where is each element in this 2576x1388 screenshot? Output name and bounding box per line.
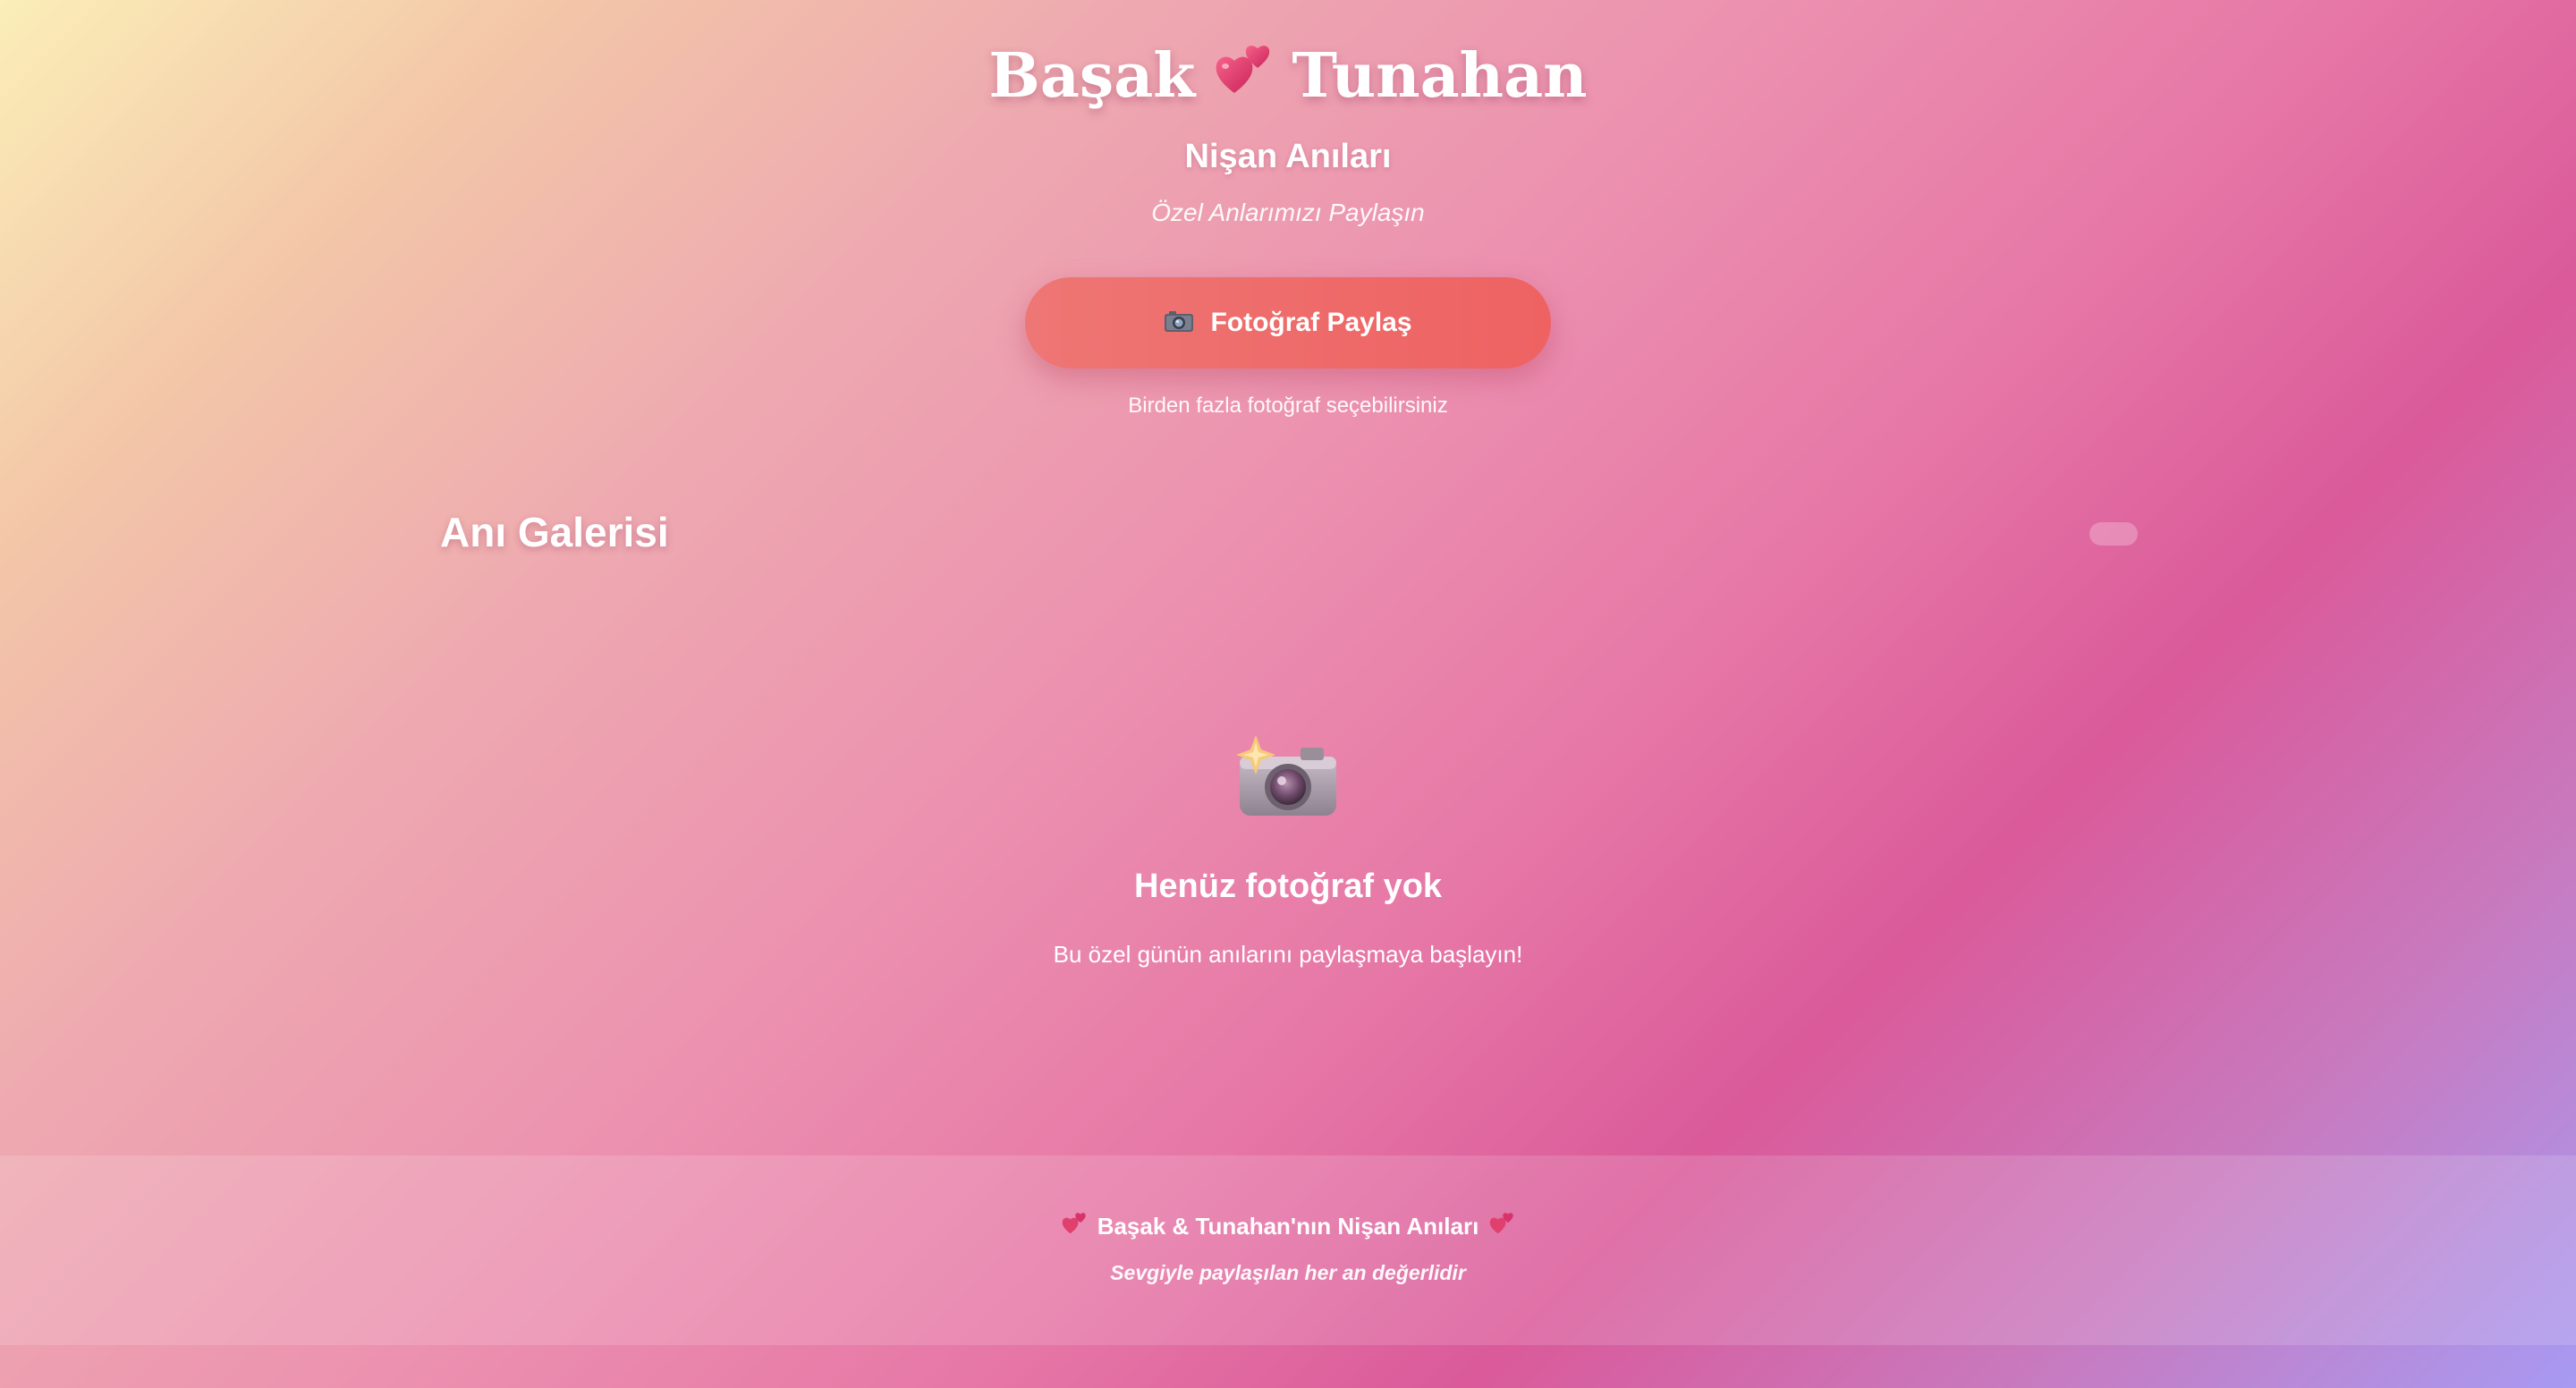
footer-main: Başak & Tunahan'nın Nişan Anıları	[0, 1211, 2576, 1241]
footer-main-text: Başak & Tunahan'nın Nişan Anıları	[1097, 1212, 1479, 1240]
page-header: Başak Tunahan Nişan Anıları Özel Anlarım…	[0, 0, 2576, 447]
gallery-title: Anı Galerisi	[440, 509, 669, 555]
share-photo-button[interactable]: Fotoğraf Paylaş	[1025, 277, 1551, 368]
empty-state-title: Henüz fotoğraf yok	[1133, 868, 1443, 905]
footer-sub-text: Sevgiyle paylaşılan her an değerlidir	[1110, 1261, 1466, 1284]
name-right: Tunahan	[1292, 40, 1588, 112]
share-photo-label: Fotoğraf Paylaş	[1210, 308, 1412, 337]
upload-hint: Birden fazla fotoğraf seçebilirsiniz	[1128, 394, 1448, 418]
page-tagline: Özel Anlarımızı Paylaşın	[1151, 199, 1425, 226]
two-hearts-icon	[1062, 1211, 1087, 1241]
camera-icon	[1164, 309, 1194, 336]
two-hearts-icon	[1489, 1211, 1514, 1241]
page-title: Başak Tunahan	[0, 36, 2576, 122]
page-footer: Başak & Tunahan'nın Nişan Anıları Sevgiy…	[0, 1155, 2576, 1345]
gallery-count-badge	[2089, 522, 2138, 546]
gallery-empty-state	[0, 733, 2576, 823]
camera-with-flash-icon	[1234, 733, 1342, 819]
empty-state-description: Bu özel günün anılarını paylaşmaya başla…	[1053, 941, 1523, 968]
name-left: Başak	[988, 40, 1196, 112]
two-hearts-icon	[1215, 36, 1272, 116]
page-subtitle: Nişan Anıları	[1184, 138, 1392, 175]
